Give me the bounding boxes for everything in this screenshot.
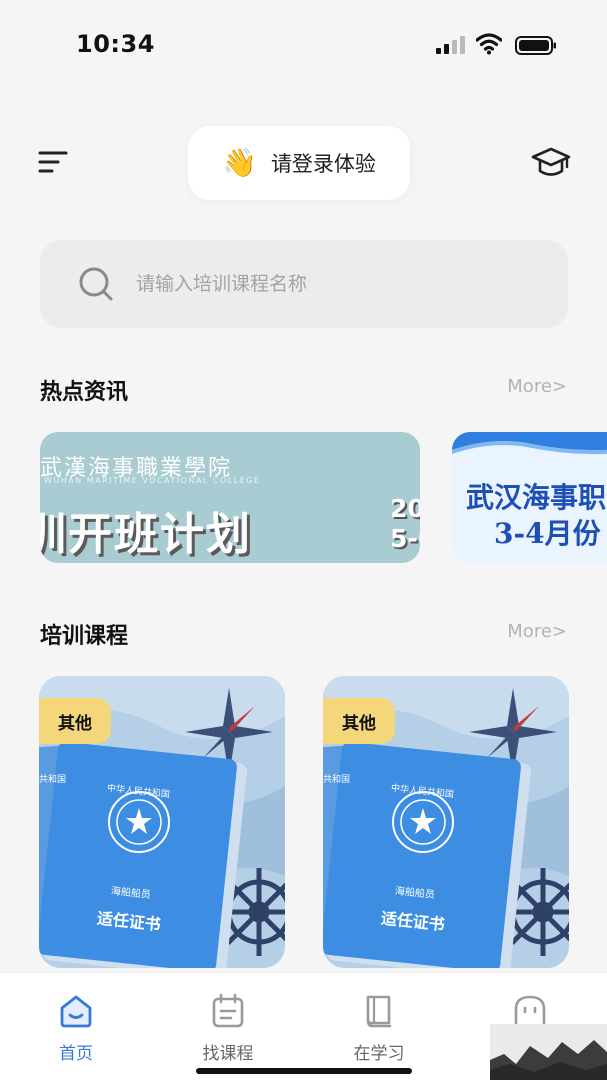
login-button[interactable]: 👋 请登录体验 bbox=[188, 126, 410, 200]
banner-subtitle: 3-4月份 bbox=[494, 517, 601, 550]
battery-icon bbox=[515, 36, 556, 55]
banner-headline: 训开班计划 bbox=[40, 509, 252, 560]
login-label: 请登录体验 bbox=[270, 152, 376, 176]
banner-title: 武汉海事职 bbox=[466, 481, 607, 514]
tab-find-courses[interactable]: 找课程 bbox=[168, 973, 288, 1073]
tab-label: 找课程 bbox=[202, 1044, 254, 1064]
course-category-tag: 其他 bbox=[39, 698, 111, 744]
banner-date-line: 5-6月 bbox=[390, 524, 420, 553]
status-time: 10:34 bbox=[76, 30, 155, 58]
search-bar[interactable] bbox=[40, 240, 568, 328]
courses-more-link[interactable]: More> bbox=[507, 621, 567, 642]
banner-wave-decoration bbox=[452, 432, 607, 455]
menu-icon[interactable] bbox=[38, 150, 70, 176]
tab-label: 在学习 bbox=[353, 1044, 405, 1064]
book-back-country-label: 共和国 bbox=[323, 775, 351, 785]
course-card[interactable]: 中华人民共和国 共和国 海船船员 适任证书 其他 bbox=[39, 676, 285, 968]
news-banner[interactable]: 武漢海事職業學院 WUHAN MARITIME VOCATIONAL COLLE… bbox=[40, 432, 420, 563]
book-icon bbox=[366, 995, 392, 1028]
news-carousel[interactable]: 武漢海事職業學院 WUHAN MARITIME VOCATIONAL COLLE… bbox=[0, 432, 607, 563]
hot-news-more-link[interactable]: More> bbox=[507, 376, 567, 397]
thumbnail-image bbox=[490, 1024, 607, 1080]
status-bar: 10:34 bbox=[0, 0, 607, 90]
home-icon bbox=[60, 995, 92, 1028]
news-banner[interactable]: 武汉海事职 3-4月份 bbox=[452, 432, 607, 563]
tab-label: 首页 bbox=[59, 1044, 93, 1064]
banner-dates: 202 5-6月 bbox=[390, 494, 420, 554]
tab-home[interactable]: 首页 bbox=[16, 973, 136, 1073]
banner-date-line: 202 bbox=[390, 494, 420, 523]
overlay-thumbnail bbox=[490, 1024, 607, 1080]
cellular-signal-icon bbox=[436, 36, 466, 54]
course-card[interactable]: 中华人民共和国 共和国 海船船员 适任证书 其他 bbox=[323, 676, 569, 968]
calendar-list-icon bbox=[212, 993, 244, 1028]
search-icon bbox=[79, 267, 113, 301]
book-back-country-label: 共和国 bbox=[39, 775, 67, 785]
home-indicator bbox=[196, 1068, 412, 1074]
graduation-cap-icon[interactable] bbox=[531, 145, 571, 181]
tab-studying[interactable]: 在学习 bbox=[319, 973, 439, 1073]
search-input[interactable] bbox=[136, 273, 516, 295]
hot-news-title: 热点资讯 bbox=[40, 380, 129, 405]
course-category-tag: 其他 bbox=[323, 698, 395, 744]
banner-college-en: WUHAN MARITIME VOCATIONAL COLLEGE bbox=[44, 476, 261, 485]
courses-title: 培训课程 bbox=[40, 624, 129, 649]
wifi-icon bbox=[476, 33, 502, 55]
waving-hand-icon: 👋 bbox=[222, 146, 257, 179]
